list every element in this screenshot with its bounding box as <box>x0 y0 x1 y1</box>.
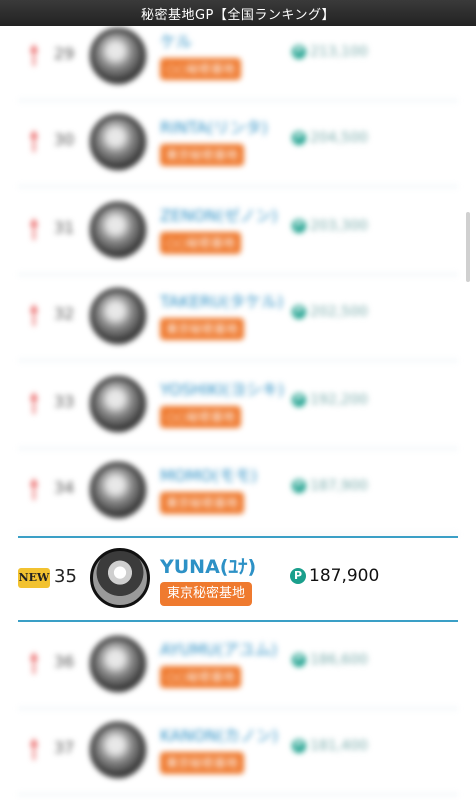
cast-name[interactable]: KANON(カノン) <box>160 722 278 746</box>
rank-number: 30 <box>54 130 75 149</box>
avatar[interactable] <box>90 722 146 778</box>
ranking-row[interactable]: 36 AYUMU(アユム) ○○秘密基地 P 186,600 <box>18 622 458 709</box>
rank-number: 37 <box>54 738 75 757</box>
points-icon: P <box>292 739 306 753</box>
ranking-row[interactable]: 32 TAKERU(タケル) 東京秘密基地 P 202,500 <box>18 274 458 361</box>
cast-name[interactable]: ケル <box>160 28 192 52</box>
store-tag: ○○秘密基地 <box>160 406 241 428</box>
rank-up-arrow-icon <box>28 738 38 762</box>
points-value: P 204,500 <box>292 130 368 146</box>
rank-number: 34 <box>54 478 75 497</box>
avatar[interactable] <box>90 636 146 692</box>
ranking-row[interactable]: 37 KANON(カノン) 東京秘密基地 P 181,400 <box>18 708 458 795</box>
avatar[interactable] <box>90 462 146 518</box>
points-icon: P <box>292 131 306 145</box>
cast-name[interactable]: TAKERU(タケル) <box>160 288 283 312</box>
rank-number: 31 <box>54 218 75 237</box>
avatar[interactable] <box>90 548 150 608</box>
ranking-row[interactable]: 30 RINTA(リンタ) 東京秘密基地 P 204,500 <box>18 100 458 187</box>
rank-number: 29 <box>54 44 75 63</box>
rank-up-arrow-icon <box>28 218 38 242</box>
cast-name[interactable]: ZENON(ゼノン) <box>160 202 278 226</box>
points-value: P 192,200 <box>292 392 368 408</box>
cast-name[interactable]: YUNA(ﾕﾅ) <box>160 552 256 579</box>
points-value: P 186,600 <box>292 652 368 668</box>
store-tag: 東京秘密基地 <box>160 318 245 340</box>
store-tag: 東京秘密基地 <box>160 144 245 166</box>
rank-up-arrow-icon <box>28 304 38 328</box>
points-value: P 202,500 <box>292 304 368 320</box>
ranking-row[interactable]: 31 ZENON(ゼノン) ○○秘密基地 P 203,300 <box>18 188 458 275</box>
ranking-row[interactable]: 29 ケル ○○秘密基地 P 213,100 <box>18 14 458 101</box>
points-value: P 213,100 <box>292 44 368 60</box>
cast-name[interactable]: AYUMU(アユム) <box>160 636 277 660</box>
ranking-row[interactable]: 34 MOMO(モモ) 東京秘密基地 P 187,900 <box>18 448 458 535</box>
rank-number: 32 <box>54 304 75 323</box>
store-tag: ○○秘密基地 <box>160 232 241 254</box>
rank-up-arrow-icon <box>28 392 38 416</box>
store-tag: 東京秘密基地 <box>160 492 245 514</box>
cast-name[interactable]: MOMO(モモ) <box>160 462 257 486</box>
points-icon: P <box>292 305 306 319</box>
store-tag: ○○秘密基地 <box>160 58 241 80</box>
store-tag: 東京秘密基地 <box>160 752 245 774</box>
rank-up-arrow-icon <box>28 130 38 154</box>
store-tag: 東京秘密基地 <box>160 582 253 606</box>
points-icon: P <box>292 393 306 407</box>
rank-up-arrow-icon <box>28 478 38 502</box>
points-amount: 187,900 <box>309 566 380 586</box>
rank-number: 35 <box>54 566 77 587</box>
avatar[interactable] <box>90 288 146 344</box>
points-value: P 187,900 <box>292 478 368 494</box>
points-value: P 181,400 <box>292 738 368 754</box>
points-icon: P <box>292 653 306 667</box>
ranking-list[interactable]: 29 ケル ○○秘密基地 P 213,100 30 RINTA(リンタ) 東京秘密… <box>0 0 476 800</box>
new-badge: NEW <box>18 568 50 588</box>
cast-name[interactable]: YOSHIKI(ヨシキ) <box>160 376 284 400</box>
window-title: 秘密基地GP【全国ランキング】 <box>140 7 336 23</box>
avatar[interactable] <box>90 114 146 170</box>
points-value: P 203,300 <box>292 218 368 234</box>
points-icon: P <box>292 219 306 233</box>
avatar[interactable] <box>90 376 146 432</box>
avatar[interactable] <box>90 28 146 84</box>
rank-number: 36 <box>54 652 75 671</box>
rank-number: 33 <box>54 392 75 411</box>
rank-up-arrow-icon <box>28 44 38 68</box>
scrollbar[interactable] <box>466 212 470 282</box>
avatar[interactable] <box>90 202 146 258</box>
points-icon: P <box>292 479 306 493</box>
points-value: P 187,900 <box>290 566 379 586</box>
ranking-row[interactable]: 33 YOSHIKI(ヨシキ) ○○秘密基地 P 192,200 <box>18 362 458 449</box>
ranking-row-focused[interactable]: NEW 35 YUNA(ﾕﾅ) 東京秘密基地 P 187,900 <box>18 536 458 622</box>
window-title-bar: 秘密基地GP【全国ランキング】 <box>0 0 476 26</box>
cast-name[interactable]: RINTA(リンタ) <box>160 114 268 138</box>
points-icon: P <box>292 45 306 59</box>
rank-up-arrow-icon <box>28 652 38 676</box>
points-icon: P <box>290 568 306 584</box>
store-tag: ○○秘密基地 <box>160 666 241 688</box>
